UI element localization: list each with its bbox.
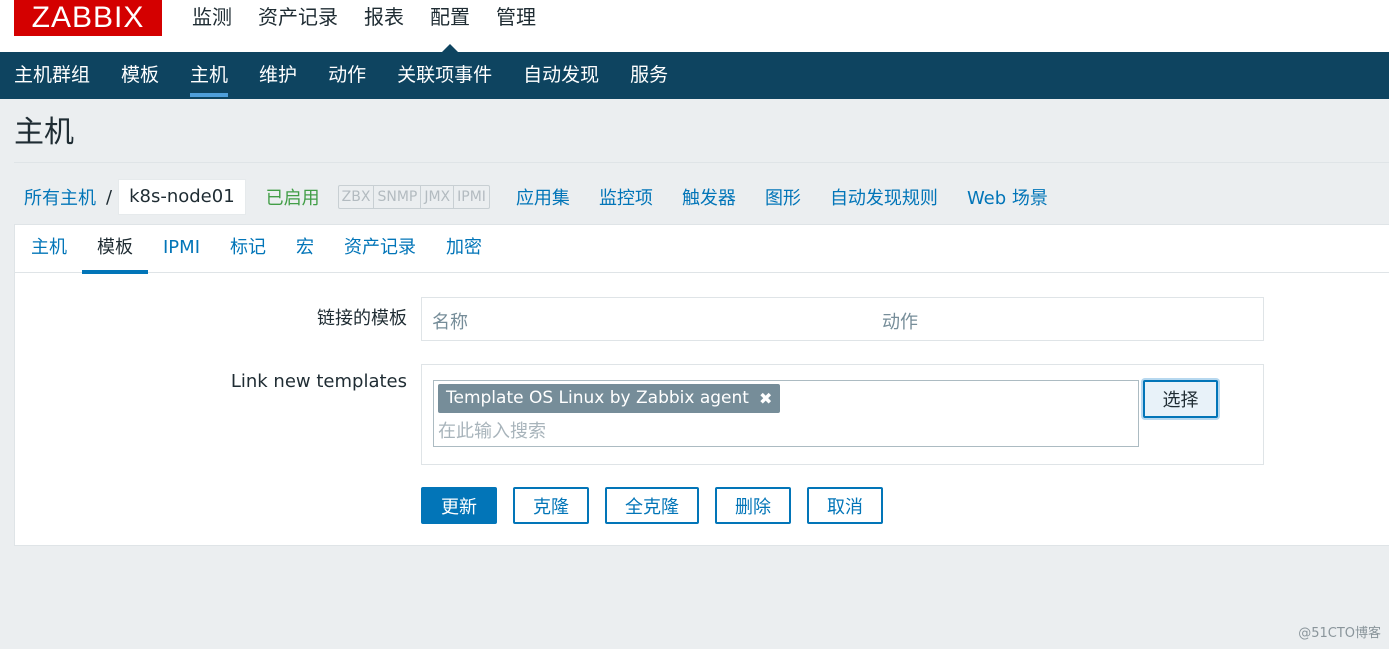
availability-jmx: JMX <box>421 186 455 208</box>
all-hosts-link[interactable]: 所有主机 <box>14 184 106 210</box>
applications-link[interactable]: 应用集 <box>516 184 570 210</box>
current-host-name: k8s-node01 <box>118 179 246 215</box>
discovery-rules-link[interactable]: 自动发现规则 <box>830 184 938 210</box>
host-form-panel: 主机 模板 IPMI 标记 宏 资产记录 加密 链接的模板 名称 动作 Link… <box>14 224 1389 546</box>
host-status-enabled[interactable]: 已启用 <box>266 184 320 210</box>
cancel-button[interactable]: 取消 <box>807 487 883 524</box>
select-template-button[interactable]: 选择 <box>1143 380 1218 418</box>
sub-menu-services[interactable]: 服务 <box>630 52 668 99</box>
tab-encryption[interactable]: 加密 <box>431 225 497 273</box>
selected-template-name: Template OS Linux by Zabbix agent <box>446 388 749 408</box>
tab-templates[interactable]: 模板 <box>82 225 148 274</box>
breadcrumb-separator: / <box>106 186 113 208</box>
sub-menu-host-groups[interactable]: 主机群组 <box>14 52 90 99</box>
availability-indicators: ZBX SNMP JMX IPMI <box>337 185 490 209</box>
sub-menu-templates[interactable]: 模板 <box>121 52 159 99</box>
linked-table-col-action: 动作 <box>882 312 918 333</box>
linked-table-col-name: 名称 <box>432 312 468 333</box>
template-search-input[interactable] <box>436 417 1130 445</box>
selected-template-chip: Template OS Linux by Zabbix agent ✖ <box>438 384 781 413</box>
linked-templates-table: 名称 动作 <box>421 297 1264 341</box>
link-new-templates-box: Template OS Linux by Zabbix agent ✖ 选择 <box>421 364 1264 465</box>
tab-host[interactable]: 主机 <box>31 225 82 273</box>
link-new-templates-label: Link new templates <box>230 371 407 392</box>
main-menu-monitoring[interactable]: 监测 <box>192 0 245 36</box>
host-element-links: 应用集 监控项 触发器 图形 自动发现规则 Web 场景 <box>516 184 1077 210</box>
top-bar: ZABBIX 监测 资产记录 报表 配置 管理 <box>0 0 1389 52</box>
sub-menu-hosts[interactable]: 主机 <box>190 52 229 99</box>
main-menu-configuration[interactable]: 配置 <box>417 0 483 52</box>
zabbix-logo[interactable]: ZABBIX <box>14 0 162 36</box>
graphs-link[interactable]: 图形 <box>765 184 801 210</box>
main-menu: 监测 资产记录 报表 配置 管理 <box>192 0 549 52</box>
main-menu-reports[interactable]: 报表 <box>351 0 417 36</box>
update-button[interactable]: 更新 <box>421 487 497 524</box>
availability-zbx: ZBX <box>339 186 375 208</box>
sub-menu-bar: 主机群组 模板 主机 维护 动作 关联项事件 自动发现 服务 <box>0 52 1389 99</box>
form-actions: 更新 克隆 全克隆 删除 取消 <box>421 487 899 524</box>
full-clone-button[interactable]: 全克隆 <box>605 487 699 524</box>
main-menu-administration[interactable]: 管理 <box>483 0 549 36</box>
tab-ipmi[interactable]: IPMI <box>148 225 215 273</box>
page-title: 主机 <box>14 115 74 150</box>
sub-menu-event-correlation[interactable]: 关联项事件 <box>397 52 492 99</box>
tab-inventory[interactable]: 资产记录 <box>329 225 431 273</box>
tab-macros[interactable]: 宏 <box>281 225 329 273</box>
host-form-tabs: 主机 模板 IPMI 标记 宏 资产记录 加密 <box>15 225 1389 274</box>
sub-menu-maintenance[interactable]: 维护 <box>259 52 297 99</box>
remove-template-icon[interactable]: ✖ <box>759 384 772 413</box>
main-menu-inventory[interactable]: 资产记录 <box>245 0 351 36</box>
breadcrumb: 所有主机 / k8s-node01 已启用 ZBX SNMP JMX IPMI … <box>14 177 1077 217</box>
clone-button[interactable]: 克隆 <box>513 487 589 524</box>
watermark: @51CTO博客 <box>1298 626 1381 641</box>
template-multiselect[interactable]: Template OS Linux by Zabbix agent ✖ <box>433 380 1139 447</box>
linked-templates-label: 链接的模板 <box>317 308 407 329</box>
availability-snmp: SNMP <box>374 186 422 208</box>
tab-tags[interactable]: 标记 <box>215 225 281 273</box>
sub-menu: 主机群组 模板 主机 维护 动作 关联项事件 自动发现 服务 <box>14 52 699 99</box>
items-link[interactable]: 监控项 <box>599 184 653 210</box>
sub-menu-discovery[interactable]: 自动发现 <box>523 52 599 99</box>
title-divider <box>14 162 1389 163</box>
web-scenarios-link[interactable]: Web 场景 <box>967 184 1048 210</box>
delete-button[interactable]: 删除 <box>715 487 791 524</box>
availability-ipmi: IPMI <box>457 189 486 205</box>
triggers-link[interactable]: 触发器 <box>682 184 736 210</box>
sub-menu-actions[interactable]: 动作 <box>328 52 366 99</box>
